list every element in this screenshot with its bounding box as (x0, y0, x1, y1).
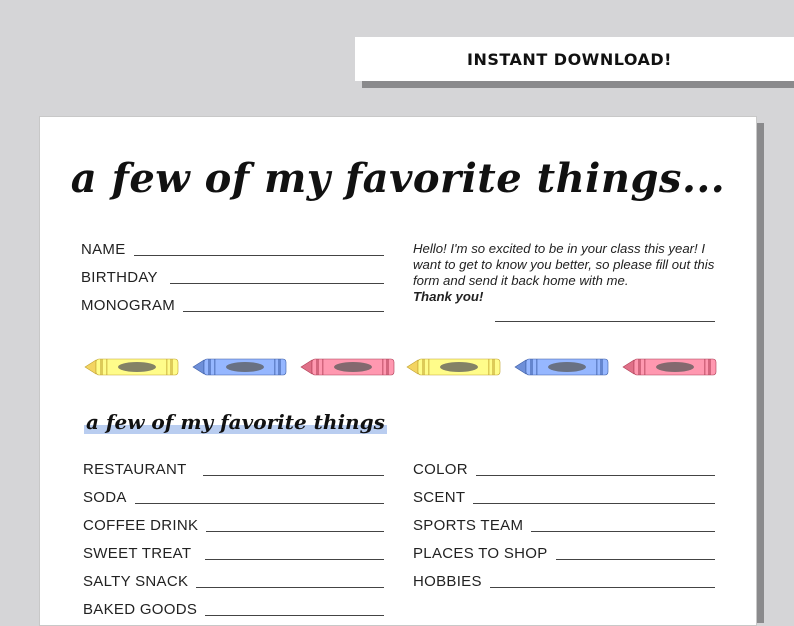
monogram-field[interactable]: MONOGRAM (81, 297, 384, 315)
field-label: SWEET TREAT (83, 545, 192, 562)
color-field[interactable]: COLOR (413, 461, 715, 479)
note-thanks: Thank you! (413, 289, 484, 304)
field-label: NAME (81, 241, 126, 258)
baked-goods-field[interactable]: BAKED GOODS (83, 601, 384, 619)
yellow-crayon-icon (406, 358, 501, 376)
field-label: COLOR (413, 461, 468, 478)
write-line[interactable] (206, 530, 384, 532)
write-line[interactable] (169, 282, 384, 284)
blue-crayon-icon (192, 358, 287, 376)
pink-crayon-icon (300, 358, 395, 376)
name-field[interactable]: NAME (81, 241, 384, 259)
write-line[interactable] (205, 558, 384, 560)
banner-text: INSTANT DOWNLOAD! (467, 49, 672, 69)
restaurant-field[interactable]: RESTAURANT (83, 461, 384, 479)
field-label: SCENT (413, 489, 466, 506)
write-line[interactable] (473, 502, 715, 504)
birthday-field[interactable]: BIRTHDAY (81, 269, 384, 287)
soda-field[interactable]: SODA (83, 489, 384, 507)
field-label: PLACES TO SHOP (413, 545, 548, 562)
field-label: SALTY SNACK (83, 573, 189, 590)
write-line[interactable] (205, 614, 384, 616)
hobbies-field[interactable]: HOBBIES (413, 573, 715, 591)
field-label: SODA (83, 489, 127, 506)
coffee-drink-field[interactable]: COFFEE DRINK (83, 517, 384, 535)
write-line[interactable] (202, 474, 384, 476)
field-label: MONOGRAM (81, 297, 176, 314)
write-line[interactable] (555, 558, 715, 560)
field-label: HOBBIES (413, 573, 482, 590)
write-line[interactable] (196, 586, 384, 588)
write-line[interactable] (531, 530, 715, 532)
sheet-title: a few of my favorite things... (70, 155, 726, 202)
favorites-subtitle: a few of my favorite things (84, 410, 387, 434)
places-to-shop-field[interactable]: PLACES TO SHOP (413, 545, 715, 563)
pink-crayon-icon (622, 358, 717, 376)
instant-download-banner: INSTANT DOWNLOAD! (355, 37, 794, 81)
field-label: BAKED GOODS (83, 601, 198, 618)
field-label: SPORTS TEAM (413, 517, 524, 534)
signature-line[interactable] (495, 321, 715, 322)
write-line[interactable] (489, 586, 715, 588)
field-label: COFFEE DRINK (83, 517, 199, 534)
scent-field[interactable]: SCENT (413, 489, 715, 507)
write-line[interactable] (183, 310, 384, 312)
field-label: BIRTHDAY (81, 269, 158, 286)
yellow-crayon-icon (84, 358, 179, 376)
sweet-treat-field[interactable]: SWEET TREAT (83, 545, 384, 563)
salty-snack-field[interactable]: SALTY SNACK (83, 573, 384, 591)
blue-crayon-icon (514, 358, 609, 376)
note-body: Hello! I'm so excited to be in your clas… (413, 241, 715, 288)
field-label: RESTAURANT (83, 461, 187, 478)
write-line[interactable] (133, 254, 384, 256)
sports-team-field[interactable]: SPORTS TEAM (413, 517, 715, 535)
teacher-note: Hello! I'm so excited to be in your clas… (413, 241, 718, 305)
write-line[interactable] (134, 502, 384, 504)
crayon-row (84, 356, 720, 378)
printable-sheet: a few of my favorite things... NAME BIRT… (39, 116, 757, 626)
write-line[interactable] (475, 474, 715, 476)
